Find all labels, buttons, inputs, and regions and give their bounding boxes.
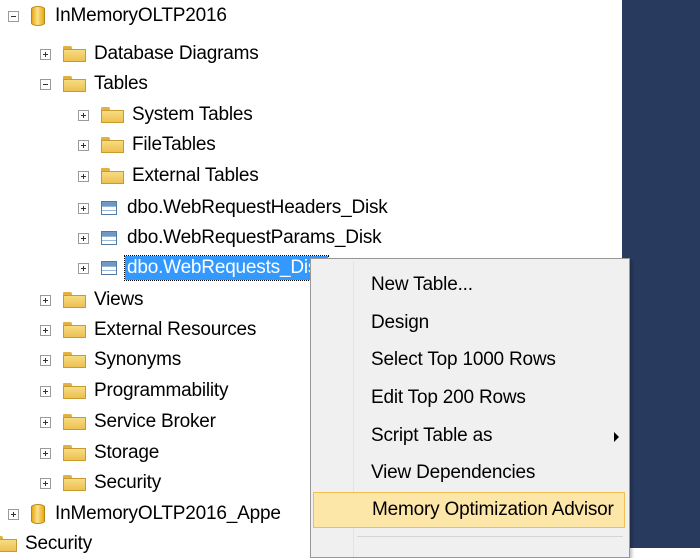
database-icon — [31, 504, 45, 524]
tree-node-filetables[interactable]: FileTables — [78, 131, 216, 159]
tree-node-label: InMemoryOLTP2016_Appe — [55, 503, 281, 524]
tree-node-storage[interactable]: Storage — [40, 439, 159, 467]
tree-node-database-2[interactable]: InMemoryOLTP2016_Appe — [8, 500, 281, 528]
expand-icon[interactable] — [78, 202, 89, 214]
folder-icon — [63, 475, 86, 491]
tree-node-label: Security — [25, 533, 93, 554]
folder-icon — [63, 292, 86, 308]
menu-item-label: Design — [371, 312, 429, 333]
tree-node-label: InMemoryOLTP2016 — [55, 5, 227, 26]
collapse-icon[interactable] — [40, 78, 51, 90]
menu-item-select-top-rows[interactable]: Select Top 1000 Rows — [313, 342, 625, 378]
expand-icon[interactable] — [78, 109, 89, 121]
expand-icon[interactable] — [78, 139, 89, 151]
menu-item-view-dependencies[interactable]: View Dependencies — [313, 455, 625, 491]
folder-icon — [101, 168, 124, 184]
collapse-icon[interactable] — [8, 10, 19, 22]
menu-item-label: Script Table as — [371, 425, 493, 446]
tree-node-label: Tables — [94, 73, 148, 94]
menu-item-new-table[interactable]: New Table... — [313, 267, 625, 303]
expand-icon[interactable] — [78, 232, 89, 244]
table-icon — [101, 261, 117, 275]
folder-icon — [63, 76, 86, 92]
tree-node-label: Synonyms — [94, 349, 182, 370]
tree-node-label: dbo.WebRequestHeaders_Disk — [127, 197, 388, 218]
tree-node-database-diagrams[interactable]: Database Diagrams — [40, 40, 259, 68]
context-menu: New Table... Design Select Top 1000 Rows… — [310, 258, 630, 558]
folder-icon — [63, 322, 86, 338]
tree-node-system-tables[interactable]: System Tables — [78, 101, 253, 129]
tree-node-label: External Tables — [132, 165, 259, 186]
database-icon — [31, 6, 45, 26]
menu-separator — [357, 536, 623, 537]
tree-node-label: External Resources — [94, 319, 257, 340]
menu-item-design[interactable]: Design — [313, 305, 625, 341]
expand-icon[interactable] — [40, 324, 51, 336]
tree-node-tables[interactable]: Tables — [40, 70, 148, 98]
tree-node-label: dbo.WebRequestParams_Disk — [127, 227, 382, 248]
tree-node-label: FileTables — [132, 134, 216, 155]
document-area — [622, 0, 700, 548]
expand-icon[interactable] — [40, 447, 51, 459]
folder-icon — [63, 352, 86, 368]
expand-icon[interactable] — [78, 170, 89, 182]
tree-node-security[interactable]: Security — [40, 469, 161, 497]
folder-icon — [101, 137, 124, 153]
menu-item-label: New Table... — [371, 274, 473, 295]
expand-icon[interactable] — [8, 508, 19, 520]
folder-icon — [63, 414, 86, 430]
tree-node-programmability[interactable]: Programmability — [40, 377, 228, 405]
tree-node-synonyms[interactable]: Synonyms — [40, 346, 181, 374]
tree-node-label: System Tables — [132, 104, 253, 125]
tree-node-database[interactable]: InMemoryOLTP2016 — [8, 2, 227, 30]
tree-node-label: dbo.WebRequests_Disk — [123, 255, 330, 281]
folder-icon — [63, 445, 86, 461]
tree-node-external-resources[interactable]: External Resources — [40, 316, 256, 344]
tree-node-views[interactable]: Views — [40, 286, 144, 314]
expand-icon[interactable] — [40, 354, 51, 366]
tree-node-table-webrequests[interactable]: dbo.WebRequests_Disk — [78, 254, 330, 282]
tree-node-table-webrequestheaders[interactable]: dbo.WebRequestHeaders_Disk — [78, 194, 388, 222]
folder-icon — [63, 46, 86, 62]
folder-icon — [63, 383, 86, 399]
table-icon — [101, 231, 117, 245]
expand-icon[interactable] — [40, 48, 51, 60]
expand-icon[interactable] — [40, 385, 51, 397]
menu-item-label: Select Top 1000 Rows — [371, 349, 556, 370]
menu-item-label: Memory Optimization Advisor — [372, 499, 614, 520]
menu-item-memory-optimization-advisor[interactable]: Memory Optimization Advisor — [313, 492, 625, 528]
menu-item-edit-top-rows[interactable]: Edit Top 200 Rows — [313, 380, 625, 416]
menu-item-script-table-as[interactable]: Script Table as — [313, 418, 625, 454]
submenu-arrow-icon — [614, 432, 619, 442]
tree-node-table-webrequestparams[interactable]: dbo.WebRequestParams_Disk — [78, 224, 382, 252]
expand-icon[interactable] — [40, 294, 51, 306]
folder-icon — [101, 107, 124, 123]
menu-item-label: Edit Top 200 Rows — [371, 387, 526, 408]
expand-icon[interactable] — [78, 262, 89, 274]
tree-node-label: Database Diagrams — [94, 43, 259, 64]
tree-node-service-broker[interactable]: Service Broker — [40, 408, 216, 436]
menu-item-label: View Dependencies — [371, 462, 536, 483]
tree-node-label: Service Broker — [94, 411, 216, 432]
expand-icon[interactable] — [40, 416, 51, 428]
tree-node-label: Storage — [94, 442, 160, 463]
table-icon — [101, 201, 117, 215]
tree-node-security-root[interactable]: Security — [0, 530, 92, 558]
tree-node-label: Programmability — [94, 380, 229, 401]
tree-node-external-tables[interactable]: External Tables — [78, 162, 259, 190]
folder-icon — [0, 536, 17, 552]
tree-node-label: Security — [94, 472, 162, 493]
tree-node-label: Views — [94, 289, 144, 310]
expand-icon[interactable] — [40, 477, 51, 489]
